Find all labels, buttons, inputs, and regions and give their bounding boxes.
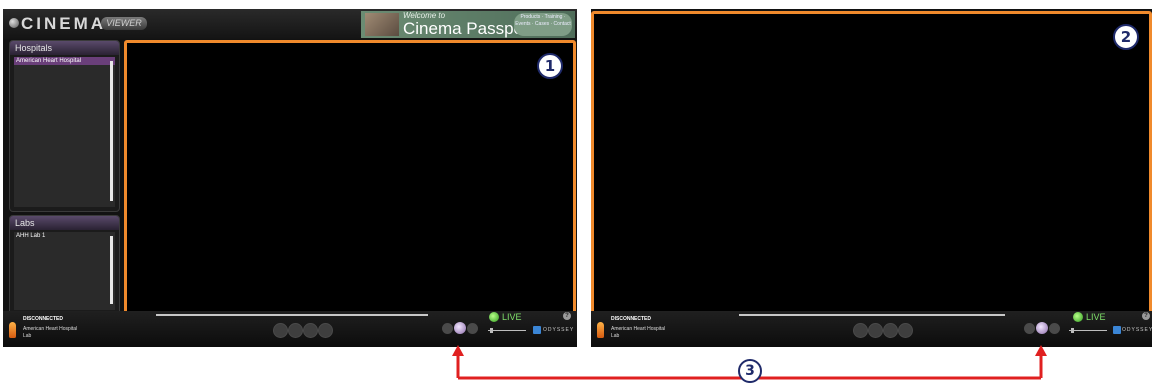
hospitals-panel: Hospitals American Heart Hospital [9,40,120,212]
volume-slider[interactable] [1069,330,1107,331]
status-logo-icon [597,322,604,338]
live-indicator-icon [489,312,499,322]
sponsor-logo-icon [533,326,541,334]
status-hospital: American Heart Hospital [611,326,666,332]
status-hospital: American Heart Hospital [23,326,78,332]
playback-button-2[interactable] [288,323,303,338]
playback-button-1[interactable] [853,323,868,338]
arrow-right-head [1035,345,1047,356]
playback-button-3[interactable] [883,323,898,338]
passport-thumbnail-icon [365,13,399,36]
cinema-viewer-screen-1: CINEMA VIEWER Welcome to Cinema Passport… [3,9,577,347]
playback-button-2[interactable] [868,323,883,338]
passport-links[interactable]: Products · Training · Events · Cases · C… [514,13,572,36]
control-left-button[interactable] [1024,323,1035,334]
cinema-viewer-screen-2: 2 DISCONNECTED American Heart Hospital L… [591,9,1152,347]
sponsor-text: ODYSSEY [543,327,575,333]
labs-header: Labs [10,216,119,230]
sponsor-text: ODYSSEY [1122,327,1152,333]
app-logo-text: CINEMA [21,14,107,33]
camera-switch-button[interactable] [1036,322,1048,334]
status-logo-icon [9,322,16,338]
labs-panel: Labs AHH Lab 1 [9,215,120,315]
hospitals-list: American Heart Hospital [14,57,115,207]
volume-slider[interactable] [488,330,526,331]
title-bar: CINEMA VIEWER Welcome to Cinema Passport… [3,9,577,39]
timeline-track[interactable] [156,314,428,316]
cinema-passport-banner[interactable]: Welcome to Cinema Passport Products · Tr… [361,11,575,38]
volume-knob[interactable] [490,328,493,333]
labs-list: AHH Lab 1 [14,232,115,310]
help-icon[interactable]: ? [563,312,571,320]
live-indicator-icon [1073,312,1083,322]
playback-button-3[interactable] [303,323,318,338]
camera-switch-button[interactable] [454,322,466,334]
status-lab: Lab [23,333,32,339]
hospitals-header: Hospitals [10,41,119,55]
callout-badge-3: 3 [738,359,762,383]
video-viewer-fullscreen[interactable]: 2 [591,11,1152,318]
labs-scrollbar[interactable] [110,236,113,304]
status-lab: Lab [611,333,620,339]
connection-status: DISCONNECTED [611,316,652,322]
live-label: LIVE [502,312,522,322]
hospitals-scrollbar[interactable] [110,61,113,201]
list-item[interactable]: American Heart Hospital [14,57,115,65]
control-right-button[interactable] [467,323,478,334]
timeline-track[interactable] [739,314,1005,316]
live-label: LIVE [1086,312,1106,322]
control-left-button[interactable] [442,323,453,334]
connection-status: DISCONNECTED [23,316,64,322]
cinema-logo-icon [9,18,19,28]
video-viewer[interactable]: 1 [124,40,576,318]
list-item[interactable]: AHH Lab 1 [14,232,115,240]
playback-button-4[interactable] [318,323,333,338]
help-icon[interactable]: ? [1142,312,1150,320]
arrow-left-head [452,345,464,356]
volume-knob[interactable] [1071,328,1074,333]
playback-button-1[interactable] [273,323,288,338]
callout-badge-2: 2 [1113,24,1139,50]
control-right-button[interactable] [1049,323,1060,334]
sponsor-logo-icon [1113,326,1121,334]
playback-button-4[interactable] [898,323,913,338]
app-logo-subtitle: VIEWER [101,17,147,30]
callout-badge-1: 1 [537,53,563,79]
